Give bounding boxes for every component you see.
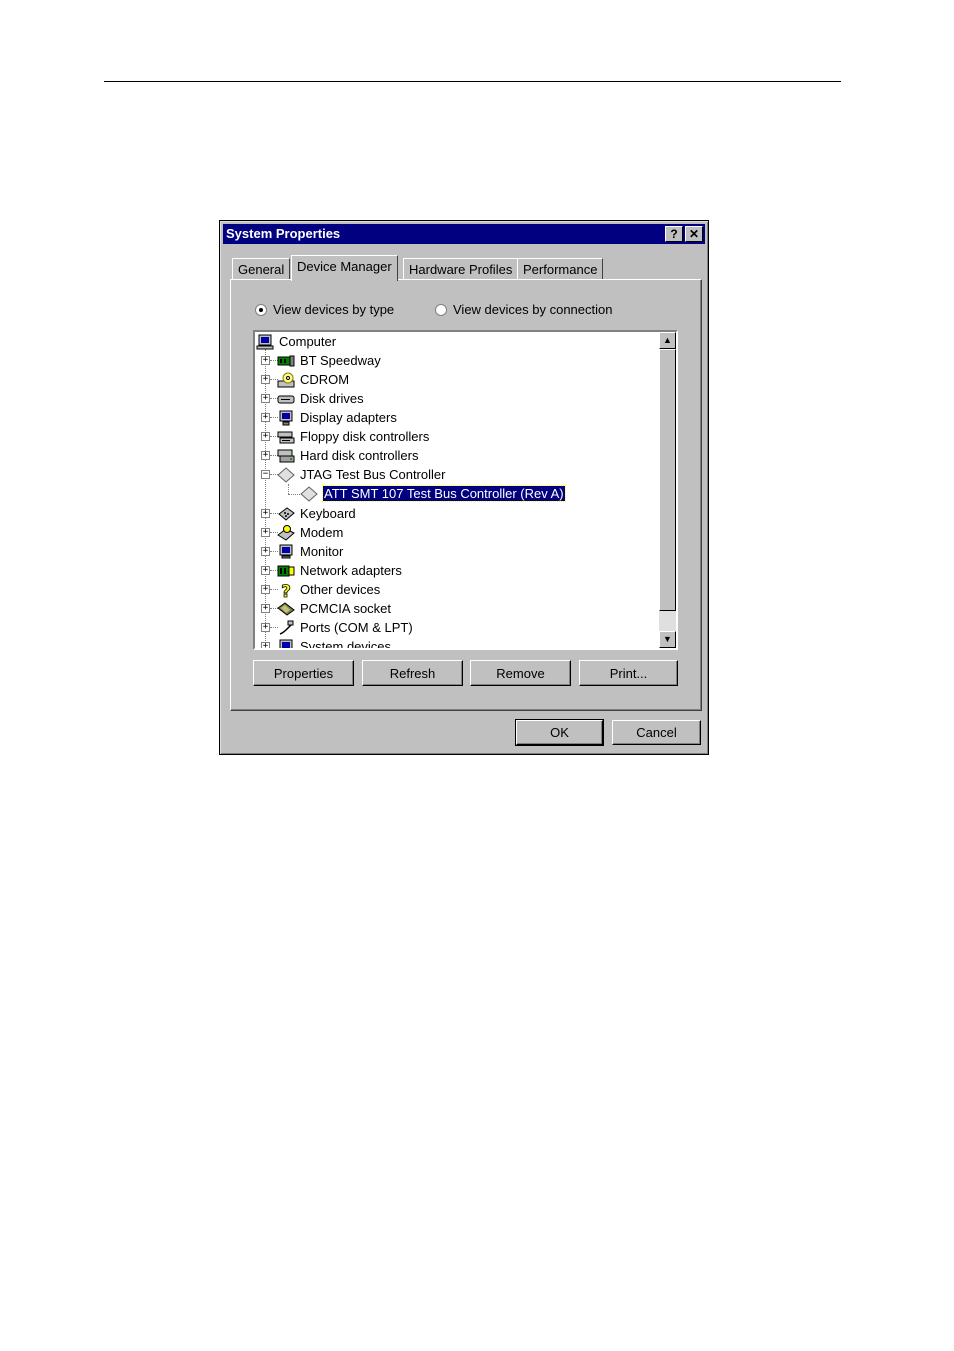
scroll-down-button[interactable]: ▼ <box>659 631 676 648</box>
tree-item-modem[interactable]: Modem <box>277 523 343 542</box>
tree-item-system-devices[interactable]: System devices <box>277 637 391 648</box>
tree-item-network-adapters[interactable]: Network adapters <box>277 561 402 580</box>
ok-button[interactable]: OK <box>515 719 604 746</box>
tree-item-keyboard[interactable]: Keyboard <box>277 504 356 523</box>
port-icon <box>279 619 294 635</box>
network-card-icon <box>277 355 295 366</box>
tree-item-ports[interactable]: Ports (COM & LPT) <box>277 618 413 637</box>
tree-item-hard-disk-controllers[interactable]: Hard disk controllers <box>277 446 419 465</box>
display-adapter-icon <box>279 410 293 425</box>
tree-item-cdrom[interactable]: CDROM <box>277 370 349 389</box>
modem-icon <box>277 524 295 541</box>
tree-guide-line-child <box>288 484 289 494</box>
expand-toggle[interactable]: + <box>261 356 270 365</box>
tree-item-disk-drives[interactable]: Disk drives <box>277 389 364 408</box>
expand-toggle[interactable]: + <box>261 547 270 556</box>
selected-device-label: ATT SMT 107 Test Bus Controller (Rev A) <box>322 485 566 502</box>
disk-drive-icon <box>277 395 295 403</box>
window-title: System Properties <box>226 226 341 241</box>
expand-toggle[interactable]: + <box>261 432 270 441</box>
expand-toggle[interactable]: + <box>261 642 270 648</box>
arrow-up-icon: ▲ <box>663 335 672 345</box>
tree-item-jtag-test-bus-controller[interactable]: JTAG Test Bus Controller <box>277 465 445 484</box>
expand-toggle[interactable]: + <box>261 509 270 518</box>
tab-performance[interactable]: Performance <box>517 258 604 280</box>
help-icon: ? <box>670 227 678 241</box>
collapse-toggle[interactable]: − <box>261 470 270 479</box>
expand-toggle[interactable]: + <box>261 413 270 422</box>
close-icon: ✕ <box>688 227 700 241</box>
computer-icon <box>256 334 274 349</box>
tree-item-other-devices[interactable]: ? Other devices <box>277 580 381 599</box>
system-properties-window: System Properties ? ✕ General Device Man… <box>219 220 709 755</box>
tree-item-floppy-disk-controllers[interactable]: Floppy disk controllers <box>277 427 429 446</box>
tree-root-computer[interactable]: Computer <box>256 332 336 351</box>
radio-view-by-connection[interactable]: View devices by connection <box>435 302 612 317</box>
floppy-controller-icon <box>277 431 295 443</box>
cdrom-icon <box>277 372 295 387</box>
tab-general[interactable]: General <box>232 258 291 280</box>
expand-toggle[interactable]: + <box>261 623 270 632</box>
tab-hardware-profiles[interactable]: Hardware Profiles <box>403 258 519 280</box>
scroll-thumb[interactable] <box>659 349 676 611</box>
radio-view-by-type[interactable]: View devices by type <box>255 302 394 317</box>
scroll-up-button[interactable]: ▲ <box>659 332 676 349</box>
radio-unselected-icon <box>435 303 447 316</box>
tree-item-pcmcia-socket[interactable]: PCMCIA socket <box>277 599 391 618</box>
properties-button[interactable]: Properties <box>253 660 354 686</box>
refresh-button[interactable]: Refresh <box>362 660 463 686</box>
expand-toggle[interactable]: + <box>261 451 270 460</box>
print-button[interactable]: Print... <box>579 660 678 686</box>
remove-button[interactable]: Remove <box>470 660 571 686</box>
pcmcia-icon <box>277 601 295 616</box>
close-button[interactable]: ✕ <box>685 226 703 242</box>
tree-connector <box>288 494 300 495</box>
tree-item-monitor[interactable]: Monitor <box>277 542 343 561</box>
expand-toggle[interactable]: + <box>261 566 270 575</box>
tree-item-att-smt-107[interactable]: ATT SMT 107 Test Bus Controller (Rev A) <box>300 484 566 503</box>
title-bar[interactable]: System Properties ? ✕ <box>223 224 705 244</box>
svg-text:?: ? <box>281 582 291 598</box>
help-button[interactable]: ? <box>665 226 683 242</box>
cancel-button[interactable]: Cancel <box>612 720 701 745</box>
expand-toggle[interactable]: + <box>261 375 270 384</box>
expand-toggle[interactable]: + <box>261 604 270 613</box>
page-header-rule <box>104 81 841 82</box>
jtag-diamond-icon <box>277 466 295 483</box>
device-tree[interactable]: Computer + BT Speedway + CDROM + Disk dr… <box>253 330 678 650</box>
tree-item-display-adapters[interactable]: Display adapters <box>277 408 397 427</box>
jtag-diamond-icon <box>300 485 318 502</box>
hard-disk-controller-icon <box>277 449 295 462</box>
expand-toggle[interactable]: + <box>261 585 270 594</box>
monitor-icon <box>279 544 293 558</box>
keyboard-icon <box>278 506 295 521</box>
system-devices-icon <box>279 639 293 648</box>
tree-item-bt-speedway[interactable]: BT Speedway <box>277 351 381 370</box>
question-icon: ? <box>281 582 292 598</box>
network-adapter-icon <box>277 565 295 576</box>
device-tree-list: Computer + BT Speedway + CDROM + Disk dr… <box>255 332 655 648</box>
radio-selected-icon <box>255 303 267 316</box>
device-manager-panel: View devices by type View devices by con… <box>230 279 702 711</box>
arrow-down-icon: ▼ <box>663 634 672 644</box>
tab-device-manager[interactable]: Device Manager <box>291 255 398 281</box>
expand-toggle[interactable]: + <box>261 528 270 537</box>
tree-scrollbar[interactable]: ▲ ▼ <box>659 332 676 648</box>
expand-toggle[interactable]: + <box>261 394 270 403</box>
